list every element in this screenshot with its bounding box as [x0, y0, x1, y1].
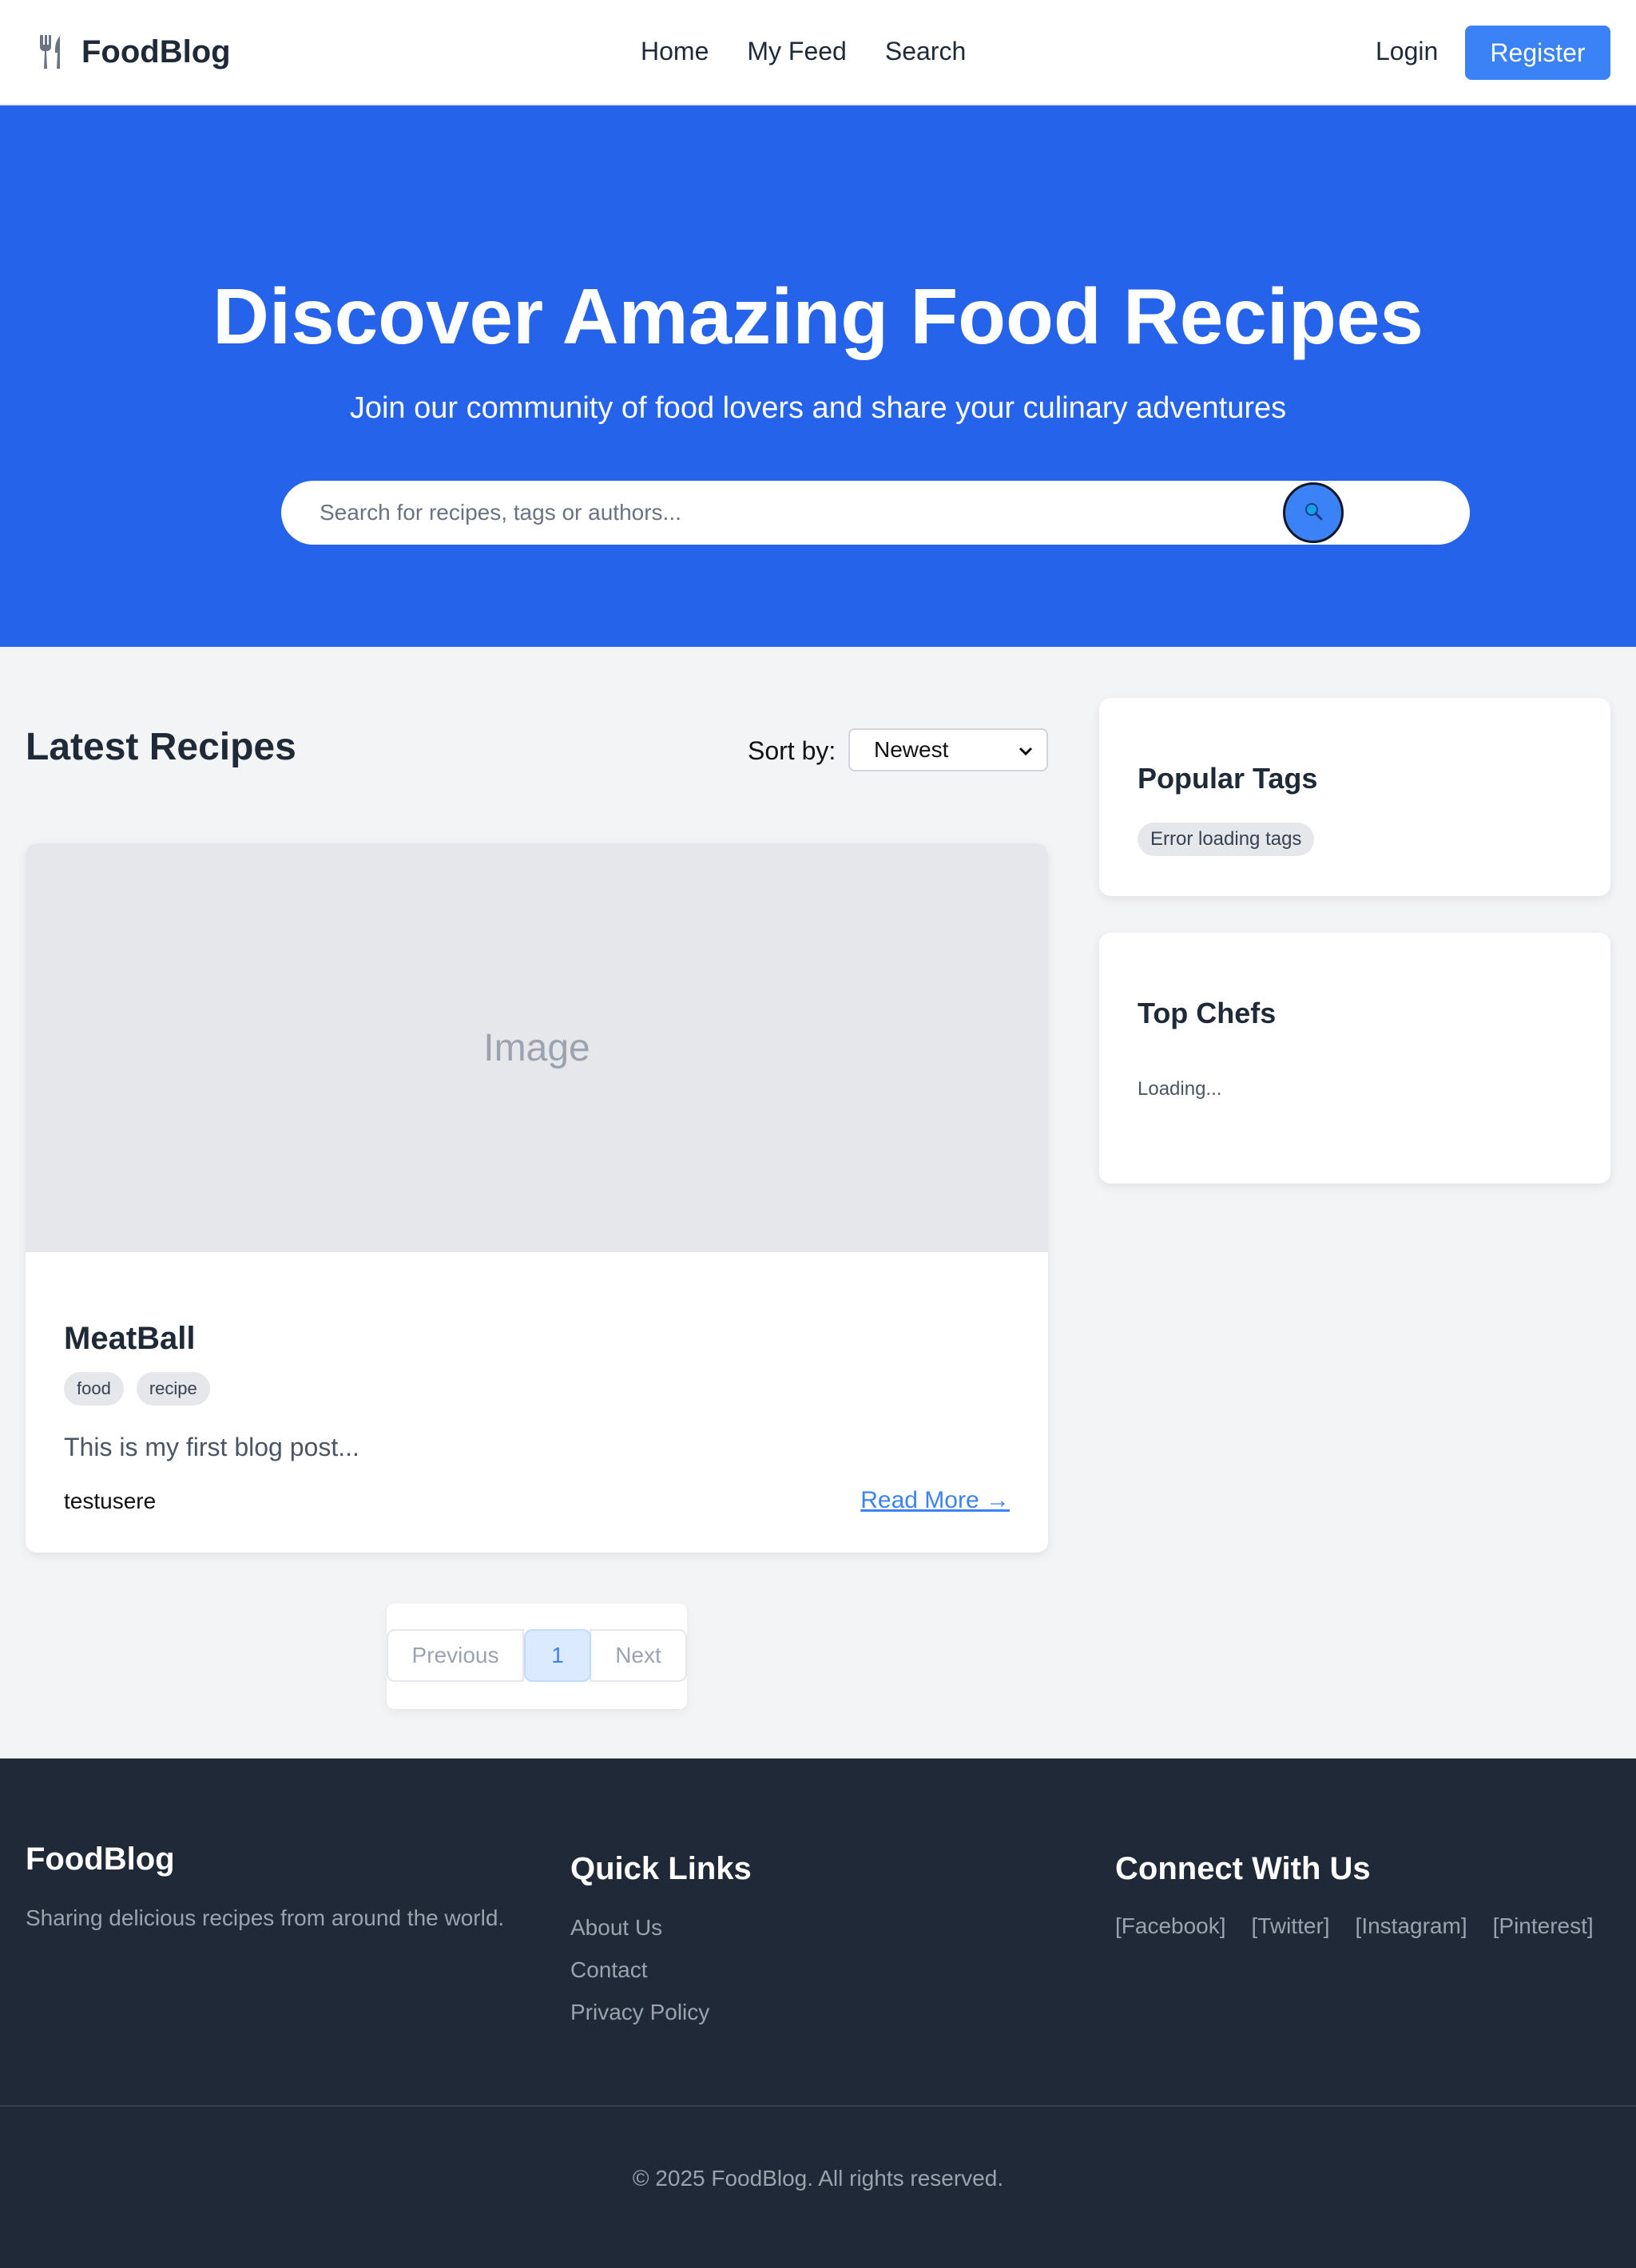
- social-facebook-link[interactable]: [Facebook]: [1115, 1913, 1226, 1939]
- popular-tags-title: Popular Tags: [1138, 762, 1318, 795]
- recipe-author[interactable]: testusere: [64, 1489, 156, 1514]
- pagination: Previous Next 1: [387, 1604, 687, 1709]
- nav-home[interactable]: Home: [641, 37, 709, 66]
- footer: FoodBlog Sharing delicious recipes from …: [0, 1758, 1636, 2268]
- previous-page-button[interactable]: Previous: [387, 1629, 524, 1682]
- nav-search[interactable]: Search: [885, 37, 966, 66]
- recipe-image-placeholder[interactable]: Image: [26, 843, 1048, 1252]
- search-bar: [281, 481, 1470, 545]
- nav-links: Home My Feed Search: [641, 37, 1004, 66]
- footer-tagline: Sharing delicious recipes from around th…: [26, 1905, 505, 1930]
- search-input[interactable]: [320, 481, 1198, 545]
- quick-links-title: Quick Links: [570, 1851, 752, 1886]
- sort-selected-value: Newest: [874, 737, 949, 762]
- chefs-loading-message: Loading...: [1138, 1078, 1222, 1100]
- quick-links: About Us Contact Privacy Policy: [570, 1915, 709, 2042]
- brand-name: FoodBlog: [81, 34, 231, 69]
- read-more-link[interactable]: Read More →: [860, 1487, 1010, 1514]
- search-button[interactable]: [1283, 482, 1344, 543]
- footer-link-privacy[interactable]: Privacy Policy: [570, 2000, 709, 2025]
- recipe-tags: food recipe: [64, 1372, 223, 1406]
- footer-link-contact[interactable]: Contact: [570, 1957, 709, 1983]
- social-links: [Facebook] [Twitter] [Instagram] [Pinter…: [1115, 1913, 1619, 1939]
- fork-knife-icon: [35, 34, 67, 70]
- search-icon: [1303, 501, 1324, 525]
- tags-error-message: Error loading tags: [1138, 823, 1315, 856]
- hero-section: Discover Amazing Food Recipes Join our c…: [0, 105, 1636, 647]
- recipe-card[interactable]: Image MeatBall food recipe This is my fi…: [26, 843, 1048, 1552]
- sort-label: Sort by:: [748, 736, 836, 765]
- copyright: © 2025 FoodBlog. All rights reserved.: [632, 2166, 1004, 2191]
- popular-tags-widget: Popular Tags Error loading tags: [1099, 698, 1610, 896]
- page-number-button[interactable]: 1: [524, 1629, 591, 1682]
- footer-divider: [0, 2105, 1636, 2107]
- next-page-button[interactable]: Next: [590, 1629, 687, 1682]
- login-link[interactable]: Login: [1376, 37, 1438, 66]
- recipe-tag[interactable]: recipe: [136, 1372, 210, 1406]
- social-twitter-link[interactable]: [Twitter]: [1252, 1913, 1330, 1939]
- hero-subtitle: Join our community of food lovers and sh…: [349, 391, 1287, 425]
- register-button[interactable]: Register: [1465, 26, 1610, 80]
- recipe-excerpt: This is my first blog post...: [64, 1433, 359, 1461]
- footer-brand: FoodBlog: [26, 1842, 175, 1877]
- footer-link-about[interactable]: About Us: [570, 1915, 709, 1941]
- top-chefs-title: Top Chefs: [1138, 997, 1277, 1029]
- hero-title: Discover Amazing Food Recipes: [212, 272, 1424, 360]
- latest-recipes-heading: Latest Recipes: [26, 726, 296, 768]
- social-pinterest-link[interactable]: [Pinterest]: [1493, 1913, 1594, 1939]
- connect-title: Connect With Us: [1115, 1851, 1371, 1886]
- social-instagram-link[interactable]: [Instagram]: [1356, 1913, 1467, 1939]
- chevron-down-icon: [1016, 741, 1035, 767]
- navbar: FoodBlog Home My Feed Search Login Regis…: [0, 0, 1636, 105]
- top-chefs-widget: Top Chefs Loading...: [1099, 933, 1610, 1184]
- recipe-tag[interactable]: food: [64, 1372, 124, 1406]
- brand-logo[interactable]: FoodBlog: [35, 34, 231, 70]
- recipe-title[interactable]: MeatBall: [64, 1321, 196, 1357]
- nav-my-feed[interactable]: My Feed: [747, 37, 846, 66]
- sort-select[interactable]: Newest: [848, 728, 1048, 771]
